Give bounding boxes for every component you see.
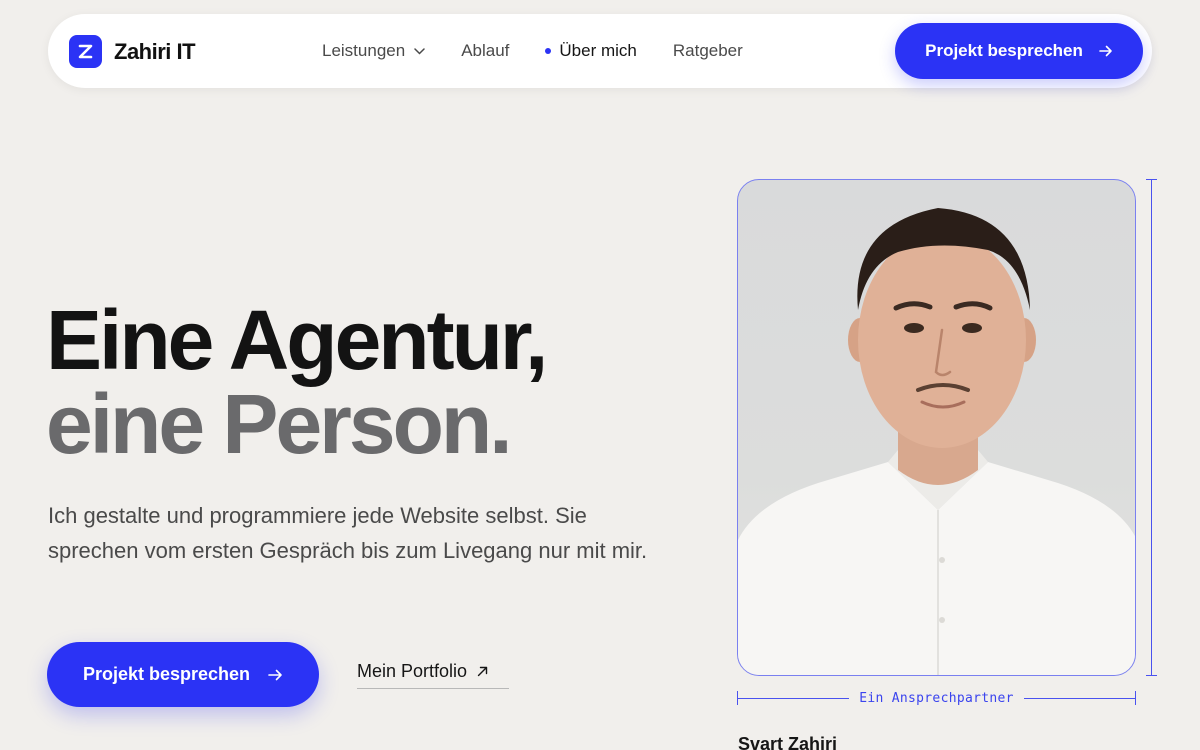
hero-headline: Eine Agentur, eine Person. xyxy=(46,293,548,471)
arrow-up-right-icon xyxy=(477,666,488,677)
portfolio-link[interactable]: Mein Portfolio xyxy=(357,661,509,689)
dimension-line-left xyxy=(738,697,850,699)
dimension-line-right xyxy=(1023,697,1136,699)
dimension-tick-top xyxy=(1146,179,1157,180)
main-menu: Leistungen Ablauf Über mich Ratgeber xyxy=(322,41,779,61)
headline-line-2: eine Person. xyxy=(46,377,513,471)
nav-item-ablauf[interactable]: Ablauf xyxy=(461,41,509,61)
brand-logo[interactable]: Zahiri IT xyxy=(69,35,196,68)
nav-item-label: Über mich xyxy=(559,41,637,60)
arrow-right-icon xyxy=(268,669,282,680)
person-name: Svart Zahiri xyxy=(738,734,838,750)
nav-item-label: Ratgeber xyxy=(672,41,743,60)
portfolio-label: Mein Portfolio xyxy=(357,661,468,681)
portrait-illustration xyxy=(738,208,1135,675)
chevron-down-icon xyxy=(414,47,425,55)
hero-cta-button[interactable]: Projekt besprechen xyxy=(47,642,319,707)
arrow-right-icon xyxy=(1099,45,1112,57)
brand-name: Zahiri IT xyxy=(114,38,196,64)
nav-item-ueber-mich[interactable]: Über mich xyxy=(545,41,637,61)
dimension-label: Ein Ansprechpartner xyxy=(859,690,1014,706)
dimension-cap-right xyxy=(1135,691,1137,705)
nav-item-leistungen[interactable]: Leistungen xyxy=(322,41,425,61)
nav-item-ratgeber[interactable]: Ratgeber xyxy=(673,41,743,61)
nav-item-label: Ablauf xyxy=(461,41,510,60)
dimension-line-vertical xyxy=(1151,179,1152,676)
top-navigation: Zahiri IT Leistungen Ablauf Über mich Ra… xyxy=(48,14,1152,88)
nav-cta-button[interactable]: Projekt besprechen xyxy=(895,23,1143,79)
active-indicator-dot xyxy=(545,48,552,54)
hero-lead-text: Ich gestalte und programmiere jede Websi… xyxy=(48,503,648,563)
nav-cta-label: Projekt besprechen xyxy=(925,41,1083,60)
headline-line-1: Eine Agentur, xyxy=(46,293,548,387)
dimension-annotation: Ein Ansprechpartner xyxy=(737,690,1137,706)
logo-mark-icon xyxy=(69,35,102,68)
portrait-photo xyxy=(737,179,1136,676)
hero-cta-label: Projekt besprechen xyxy=(82,664,251,684)
page: Zahiri IT Leistungen Ablauf Über mich Ra… xyxy=(0,0,1200,750)
dimension-tick-bottom xyxy=(1146,675,1157,676)
nav-item-label: Leistungen xyxy=(322,41,406,60)
